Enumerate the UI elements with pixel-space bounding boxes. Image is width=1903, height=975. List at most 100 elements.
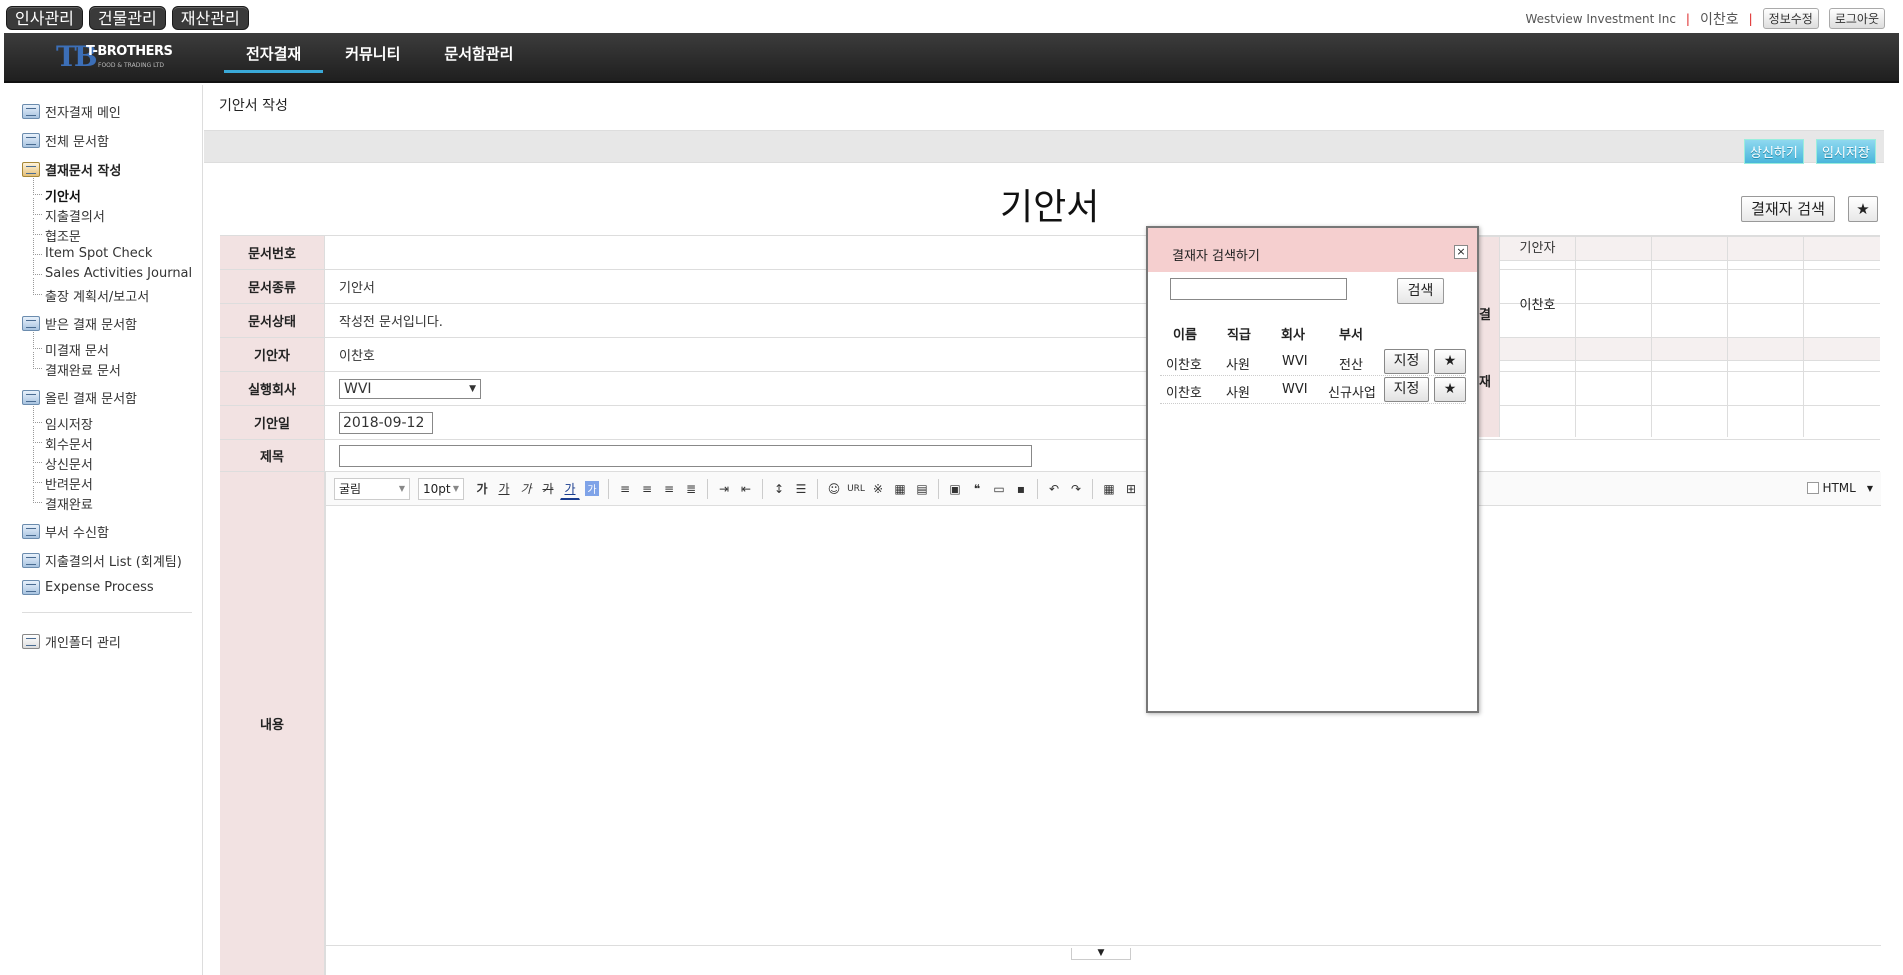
approver-search-submit-button[interactable]: 검색 [1397,278,1444,304]
html-label: HTML [1822,481,1856,495]
page-title: 기안서 작성 [219,98,288,114]
sidebar-sub-item-spot-check[interactable]: Item Spot Check [33,238,152,261]
assign-button[interactable]: 지정 [1384,349,1429,374]
approver-search-input[interactable] [1170,278,1347,300]
table-row: 이찬호 사원 WVI 전산 지정 ★ [1160,348,1466,376]
nav-approval[interactable]: 전자결재 [224,43,324,73]
subject-value [339,440,1032,471]
write-icon [22,162,40,177]
horizontal-rule-icon[interactable]: ▤ [912,478,932,500]
toolbar-separator [938,478,939,499]
date-value: 2018-09-12 [339,406,433,439]
align-justify-icon[interactable]: ≣ [681,478,701,500]
star-button[interactable]: ★ [1434,377,1466,402]
indent-icon[interactable]: ⇥ [714,478,734,500]
font-color-icon[interactable]: 가 [560,478,580,500]
sidebar-sub-expense[interactable]: 지출결의서 [33,198,105,225]
media-icon[interactable]: ▭ [989,478,1009,500]
sidebar-item-label: 개인폴더 관리 [45,636,121,651]
add-icon[interactable]: ⊞ [1121,478,1141,500]
asset-management-button[interactable]: 재산관리 [171,6,249,30]
favorite-star-button[interactable]: ★ [1848,196,1878,222]
sidebar-item-label: 결재문서 작성 [45,164,122,179]
sidebar-item-write-doc[interactable]: 결재문서 작성 [22,160,121,179]
italic-icon[interactable]: 가 [516,478,536,500]
temp-save-button[interactable]: 임시저장 [1816,139,1876,164]
table-icon[interactable]: ▦ [890,478,910,500]
quote-icon[interactable]: ❝ [967,478,987,500]
sidebar-item-personal-folder[interactable]: 개인폴더 관리 [22,632,121,651]
sidebar-item-dept-inbox[interactable]: 부서 수신함 [22,522,109,541]
row-dept: 신규사업 [1328,386,1376,401]
sidebar-sub-completed[interactable]: 결재완료 [33,486,93,513]
sidebar-item-label: 전자결재 메인 [45,106,121,121]
sidebar-sub-sales-journal[interactable]: Sales Activities Journal [33,258,192,281]
sidebar-item-sent[interactable]: 올린 결재 문서함 [22,388,137,407]
bold-icon[interactable]: 가 [472,478,492,500]
approver-search-modal: 결재자 검색하기 × 검색 이름 직급 회사 부서 이찬호 사원 WVI 전산 … [1146,226,1479,713]
special-char-icon[interactable]: ※ [868,478,888,500]
sidebar-sub-approved[interactable]: 결재완료 문서 [33,352,121,379]
col-header-company: 회사 [1281,328,1305,343]
align-center-icon[interactable]: ≡ [637,478,657,500]
sidebar-item-expense-process[interactable]: Expense Process [22,580,154,595]
sidebar-item-expense-list[interactable]: 지출결의서 List (회계팀) [22,551,182,570]
editor-content-area[interactable] [326,506,1881,946]
sidebar-sub-pending[interactable]: 미결재 문서 [33,332,109,359]
close-icon[interactable]: × [1454,245,1468,259]
divider: | [1685,11,1690,26]
assign-button[interactable]: 지정 [1384,377,1429,402]
submit-button[interactable]: 상신하기 [1744,139,1804,164]
line-height-icon[interactable]: ↕ [769,478,789,500]
align-right-icon[interactable]: ≡ [659,478,679,500]
inbox-icon [22,133,40,148]
company-selected: WVI [344,380,372,397]
row-rank: 사원 [1226,386,1250,401]
font-family-select[interactable]: 굴림 ▼ [334,477,410,500]
underline-icon[interactable]: 가 [494,478,514,500]
hr-management-button[interactable]: 인사관리 [6,6,83,30]
divider: | [1748,11,1753,26]
save-icon[interactable]: ▪ [1011,478,1031,500]
doc-status-value: 작성전 문서입니다. [339,315,443,330]
undo-icon[interactable]: ↶ [1044,478,1064,500]
star-button[interactable]: ★ [1434,349,1466,374]
dropdown-arrow-icon: ▼ [398,484,405,493]
date-input[interactable]: 2018-09-12 [339,411,433,434]
approval-col [1804,237,1880,437]
editor-resize-handle[interactable]: ▼ [1071,948,1131,960]
subject-input[interactable] [339,444,1032,467]
align-left-icon[interactable]: ≡ [615,478,635,500]
calendar-icon[interactable]: ▦ [1099,478,1119,500]
dropdown-arrow-icon[interactable]: ▼ [1867,484,1873,493]
building-management-button[interactable]: 건물관리 [88,6,166,30]
nav-archive[interactable]: 문서함관리 [422,43,535,73]
sidebar-item-label: 지출결의서 List (회계팀) [45,555,182,570]
modal-header: 결재자 검색하기 × [1148,228,1477,272]
url-icon[interactable]: URL [846,478,866,500]
outdent-icon[interactable]: ⇤ [736,478,756,500]
strikethrough-icon[interactable]: 가 [538,478,558,500]
image-icon[interactable]: ▣ [945,478,965,500]
company-select[interactable]: WVI ▼ [339,378,481,399]
sidebar-item-all-docs[interactable]: 전체 문서함 [22,131,109,150]
approval-head [1728,237,1803,261]
approver-search-button[interactable]: 결재자 검색 [1741,196,1835,222]
bg-color-icon[interactable]: 가 [582,478,602,500]
sidebar-item-approval-main[interactable]: 전자결재 메인 [22,102,121,121]
logout-button[interactable]: 로그아웃 [1828,8,1885,29]
edit-info-button[interactable]: 정보수정 [1762,8,1819,29]
inbox-icon [22,580,40,595]
html-checkbox[interactable] [1807,482,1820,494]
content-label: 내용 [220,472,325,975]
redo-icon[interactable]: ↷ [1066,478,1086,500]
font-size-select[interactable]: 10pt ▼ [418,477,464,500]
sidebar-sub-business-trip[interactable]: 출장 계획서/보고서 [33,278,149,305]
approval-mid-row [1576,337,1651,361]
list-icon[interactable]: ☰ [791,478,811,500]
sidebar-item-received[interactable]: 받은 결재 문서함 [22,314,137,333]
html-mode-toggle[interactable]: HTML ▼ [1807,481,1873,495]
nav-community[interactable]: 커뮤니티 [323,43,422,73]
logo[interactable]: TB T-BROTHERS FOOD & TRADING LTD [56,40,176,74]
emoticon-icon[interactable]: ☺ [824,478,844,500]
